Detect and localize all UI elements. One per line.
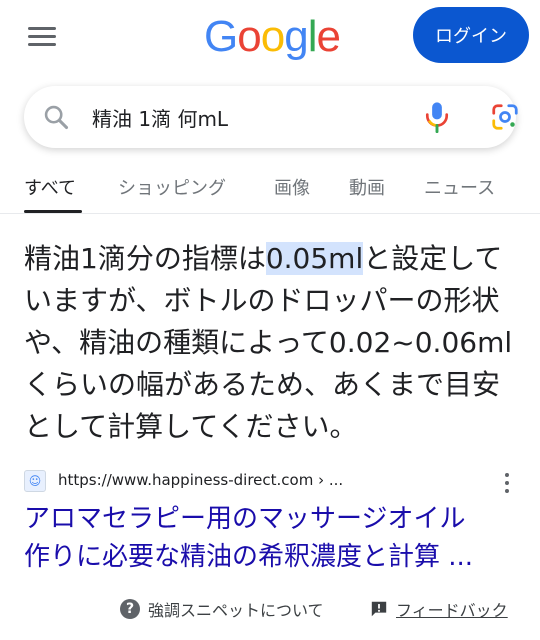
feedback-label: フィードバック (396, 601, 508, 620)
snippet-text: 精油1滴分の指標は (24, 242, 266, 275)
logo-letter: o (237, 12, 262, 61)
logo-letter: e (316, 12, 341, 61)
feedback-link[interactable]: フィードバック (370, 597, 508, 621)
result-title-line: アロマセラピー用のマッサージオイル (24, 504, 466, 534)
about-label: 強調スニペットについて (148, 601, 324, 620)
search-box[interactable] (24, 86, 518, 148)
search-tabs: すべて ショッピング 画像 動画 ニュース (0, 166, 540, 214)
snippet-line: 精油1滴分の指標は0.05mlと設定して (24, 238, 520, 280)
search-icon (44, 105, 69, 130)
snippet-line: くらいの幅があるため、あくまで目安 (24, 368, 501, 401)
result-title-link[interactable]: アロマセラピー用のマッサージオイル 作りに必要な精油の希釈濃度と計算 ... (24, 500, 520, 576)
microphone-icon[interactable] (422, 100, 452, 134)
snippet-text: と設定して (363, 242, 503, 275)
site-favicon-icon: ☺ (24, 470, 46, 492)
tab-images[interactable]: 画像 (274, 174, 310, 200)
help-icon: ? (120, 599, 140, 619)
tab-shopping[interactable]: ショッピング (118, 174, 226, 200)
header: Google ログイン (0, 0, 540, 80)
active-tab-indicator (24, 210, 82, 213)
about-featured-snippets-link[interactable]: ? 強調スニペットについて (120, 597, 324, 621)
login-button[interactable]: ログイン (413, 7, 529, 63)
result-title-line: 作りに必要な精油の希釈濃度と計算 ... (24, 542, 474, 572)
source-url[interactable]: https://www.happiness-direct.com › ... (58, 471, 343, 489)
google-lens-icon[interactable] (490, 102, 520, 132)
feedback-icon (371, 601, 387, 617)
google-logo[interactable]: Google (204, 12, 341, 62)
snippet-highlight: 0.05ml (265, 242, 364, 275)
snippet-line: や、精油の種類によって0.02~0.06ml (24, 326, 513, 359)
snippet-line: として計算してください。 (24, 410, 358, 443)
more-options-icon[interactable] (500, 470, 514, 496)
tab-all[interactable]: すべて (24, 174, 76, 200)
featured-snippet-text: 精油1滴分の指標は0.05mlと設定して いますが、ボトルのドロッパーの形状 や… (24, 238, 520, 448)
tab-news[interactable]: ニュース (424, 174, 495, 200)
logo-letter: g (284, 12, 309, 61)
search-input[interactable] (92, 101, 392, 133)
logo-letter: G (204, 12, 238, 61)
tab-videos[interactable]: 動画 (349, 174, 385, 200)
hamburger-menu-icon[interactable] (28, 25, 58, 49)
snippet-line: いますが、ボトルのドロッパーの形状 (24, 284, 500, 317)
logo-letter: o (260, 12, 286, 61)
